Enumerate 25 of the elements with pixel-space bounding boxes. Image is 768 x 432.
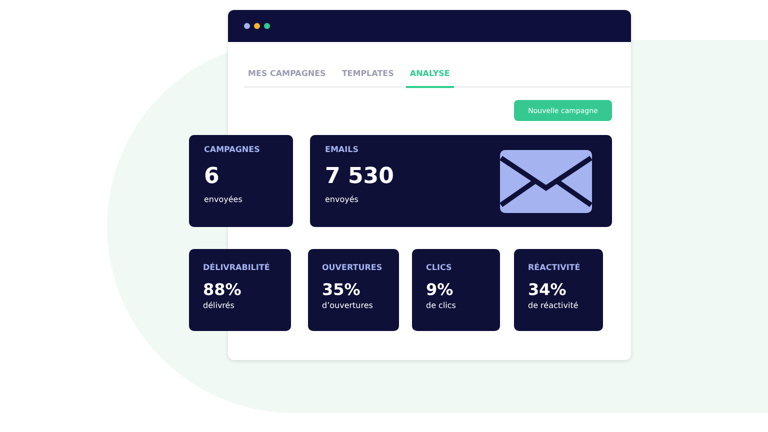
tab[interactable]: TEMPLATES xyxy=(338,64,398,88)
tab[interactable]: MES CAMPAGNES xyxy=(244,64,330,88)
card-caption: envoyés xyxy=(325,195,360,204)
card-value: 34% xyxy=(528,280,568,299)
card-value: 35% xyxy=(322,280,362,299)
card-value: 9% xyxy=(426,280,454,299)
window-dot[interactable] xyxy=(244,23,250,29)
window-dot[interactable] xyxy=(264,23,270,29)
card-title: CAMPAGNES xyxy=(204,145,260,154)
card-caption: délivrés xyxy=(203,301,236,310)
card-value: 6 xyxy=(204,164,220,189)
card-caption: d’ouvertures xyxy=(322,301,374,310)
window-dot[interactable] xyxy=(254,23,260,29)
card-title: CLICS xyxy=(426,263,453,272)
card-caption: de clics xyxy=(426,301,456,310)
card-title: RÉACTIVITÉ xyxy=(528,263,580,272)
card-value: 7 530 xyxy=(325,164,394,189)
card-value: 88% xyxy=(203,280,242,299)
card-title: EMAILS xyxy=(325,145,360,154)
card-title: OUVERTURES xyxy=(322,263,382,272)
envelope-icon xyxy=(500,150,592,212)
card-caption: de réactivité xyxy=(528,301,580,310)
tab[interactable]: ANALYSE xyxy=(406,64,454,88)
card-caption: envoyées xyxy=(204,195,244,204)
card-title: DÉLIVRABILITÉ xyxy=(203,263,270,272)
